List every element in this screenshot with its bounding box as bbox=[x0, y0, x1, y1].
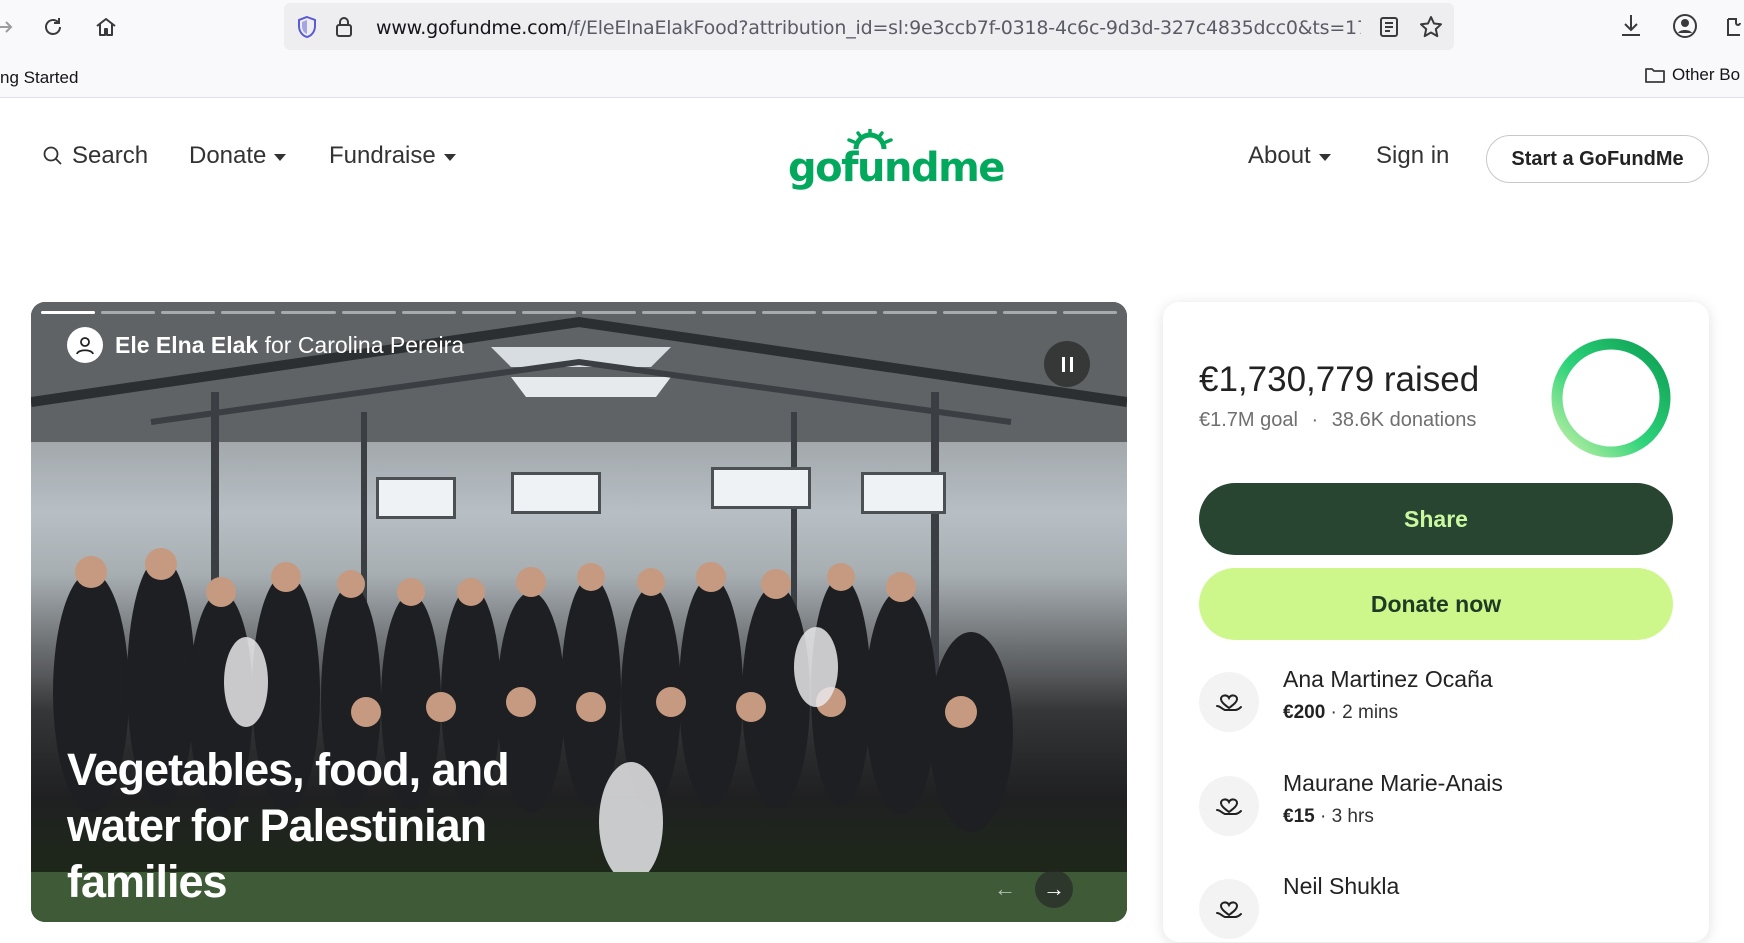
lock-icon[interactable] bbox=[334, 15, 354, 44]
hero-photo-window bbox=[511, 472, 601, 514]
folder-icon bbox=[1645, 68, 1665, 83]
slide-progress-segment bbox=[702, 311, 757, 314]
slide-progress-segment bbox=[642, 311, 697, 314]
downloads-icon[interactable] bbox=[1618, 11, 1644, 46]
search-icon bbox=[43, 146, 62, 165]
donation-card: €1,730,779 raised €1.7M goal · 38.6K don… bbox=[1163, 302, 1709, 942]
slide-progress-segment bbox=[822, 311, 877, 314]
fundraise-menu-label: Fundraise bbox=[329, 142, 436, 169]
url-path: /f/EleElnaElakFood?attribution_id=sl:9e3… bbox=[567, 17, 1361, 39]
donation-amount: €200 bbox=[1283, 702, 1326, 723]
caret-down-icon bbox=[443, 153, 456, 161]
progress-ring-fill bbox=[1551, 338, 1671, 458]
search-button[interactable]: Search bbox=[42, 142, 148, 170]
donation-amount: €15 bbox=[1283, 806, 1315, 827]
next-slide-button[interactable]: → bbox=[1035, 870, 1073, 908]
goal-amount: €1.7M goal bbox=[1199, 409, 1298, 431]
slide-progress-segment bbox=[521, 311, 576, 314]
url-host: www.gofundme.com bbox=[376, 17, 568, 39]
forward-icon[interactable] bbox=[0, 10, 22, 44]
bookmark-star-icon[interactable] bbox=[1418, 14, 1444, 45]
user-avatar-icon bbox=[67, 327, 103, 363]
share-button[interactable]: Share bbox=[1199, 483, 1673, 555]
slide-progress-segment bbox=[942, 311, 997, 314]
heart-hand-icon bbox=[1199, 776, 1259, 836]
hero-photo-ceiling bbox=[31, 302, 1127, 442]
donation-item: Neil Shukla bbox=[1199, 873, 1673, 943]
progress-ring bbox=[1551, 338, 1671, 458]
organizer-name[interactable]: Ele Elna Elak bbox=[115, 332, 258, 358]
hero-photo-window bbox=[711, 467, 811, 509]
slide-progress-segment bbox=[101, 311, 156, 314]
donation-meta: €15 · 3 hrs bbox=[1283, 806, 1374, 828]
donation-item: Ana Martinez Ocaña €200 · 2 mins bbox=[1199, 666, 1673, 736]
bookmarks-bar: ng Started Other Bo bbox=[0, 56, 1744, 98]
about-menu[interactable]: About bbox=[1248, 142, 1331, 170]
heart-hand-icon bbox=[1199, 672, 1259, 732]
donate-now-button[interactable]: Donate now bbox=[1199, 568, 1673, 640]
caret-down-icon bbox=[1318, 153, 1331, 161]
donate-menu[interactable]: Donate bbox=[189, 142, 287, 170]
donation-time: · 2 mins bbox=[1325, 702, 1399, 723]
hero-photo-window bbox=[376, 477, 456, 519]
amount-raised: €1,730,779 raised bbox=[1199, 360, 1480, 399]
meta-separator: · bbox=[1311, 409, 1319, 431]
donor-name: Neil Shukla bbox=[1283, 873, 1400, 899]
donation-time: · 3 hrs bbox=[1314, 806, 1374, 827]
hero-carousel[interactable]: Ele Elna Elak for Carolina Pereira Veget… bbox=[31, 302, 1127, 922]
donation-item: Maurane Marie-Anais €15 · 3 hrs bbox=[1199, 770, 1673, 840]
browser-toolbar: www.gofundme.com/f/EleElnaElakFood?attri… bbox=[0, 0, 1744, 56]
slide-progress bbox=[41, 311, 1117, 315]
donation-meta: €200 · 2 mins bbox=[1283, 702, 1398, 724]
site-header: Search Donate Fundraise gofundme About S… bbox=[0, 99, 1744, 219]
slide-progress-segment bbox=[882, 311, 937, 314]
slide-progress-segment bbox=[161, 311, 216, 314]
slide-progress-segment bbox=[281, 311, 336, 314]
donations-count[interactable]: 38.6K donations bbox=[1332, 409, 1477, 431]
campaign-title: Vegetables, food, and water for Palestin… bbox=[67, 744, 510, 907]
slide-progress-segment bbox=[581, 311, 637, 314]
other-bookmarks[interactable]: Other Bo bbox=[1644, 65, 1740, 85]
donate-menu-label: Donate bbox=[189, 142, 267, 169]
pause-button[interactable] bbox=[1044, 341, 1090, 387]
fundraise-menu[interactable]: Fundraise bbox=[329, 142, 456, 170]
slide-progress-segment bbox=[461, 311, 516, 314]
reload-icon[interactable] bbox=[36, 10, 70, 44]
slide-progress-segment bbox=[221, 311, 276, 314]
gofundme-logo[interactable]: gofundme bbox=[788, 125, 1005, 191]
url-text[interactable]: www.gofundme.com/f/EleElnaElakFood?attri… bbox=[376, 17, 1361, 39]
hero-photo-window bbox=[861, 472, 946, 514]
start-gofundme-button[interactable]: Start a GoFundMe bbox=[1486, 135, 1709, 183]
heart-hand-icon bbox=[1199, 879, 1259, 939]
goal-and-donations: €1.7M goal · 38.6K donations bbox=[1199, 409, 1476, 432]
slide-progress-segment bbox=[341, 311, 396, 314]
donor-name: Maurane Marie-Anais bbox=[1283, 770, 1503, 796]
slide-progress-segment bbox=[1062, 311, 1117, 314]
previous-slide-button[interactable]: ← bbox=[986, 870, 1024, 908]
reader-view-icon[interactable] bbox=[1378, 15, 1400, 44]
bookmark-getting-started[interactable]: ng Started bbox=[0, 68, 78, 88]
caret-down-icon bbox=[274, 153, 287, 161]
account-icon[interactable] bbox=[1671, 11, 1699, 46]
tracking-shield-icon[interactable] bbox=[296, 15, 318, 44]
slide-progress-segment bbox=[762, 311, 817, 314]
organizer-info: Ele Elna Elak for Carolina Pereira bbox=[67, 327, 464, 363]
sign-in-label: Sign in bbox=[1376, 142, 1450, 169]
about-menu-label: About bbox=[1248, 142, 1311, 169]
slide-progress-segment bbox=[1002, 311, 1057, 314]
home-icon[interactable] bbox=[89, 10, 123, 44]
slide-progress-segment bbox=[41, 311, 96, 314]
donor-name: Ana Martinez Ocaña bbox=[1283, 666, 1493, 692]
sign-in-link[interactable]: Sign in bbox=[1376, 142, 1449, 170]
address-bar[interactable]: www.gofundme.com/f/EleElnaElakFood?attri… bbox=[284, 3, 1454, 50]
beneficiary-label: for Carolina Pereira bbox=[264, 331, 465, 358]
search-label: Search bbox=[72, 142, 149, 169]
logo-text: gofundme bbox=[788, 145, 1005, 191]
other-bookmarks-label: Other Bo bbox=[1672, 65, 1741, 84]
slide-progress-segment bbox=[401, 311, 456, 314]
extensions-icon[interactable] bbox=[1724, 11, 1744, 46]
